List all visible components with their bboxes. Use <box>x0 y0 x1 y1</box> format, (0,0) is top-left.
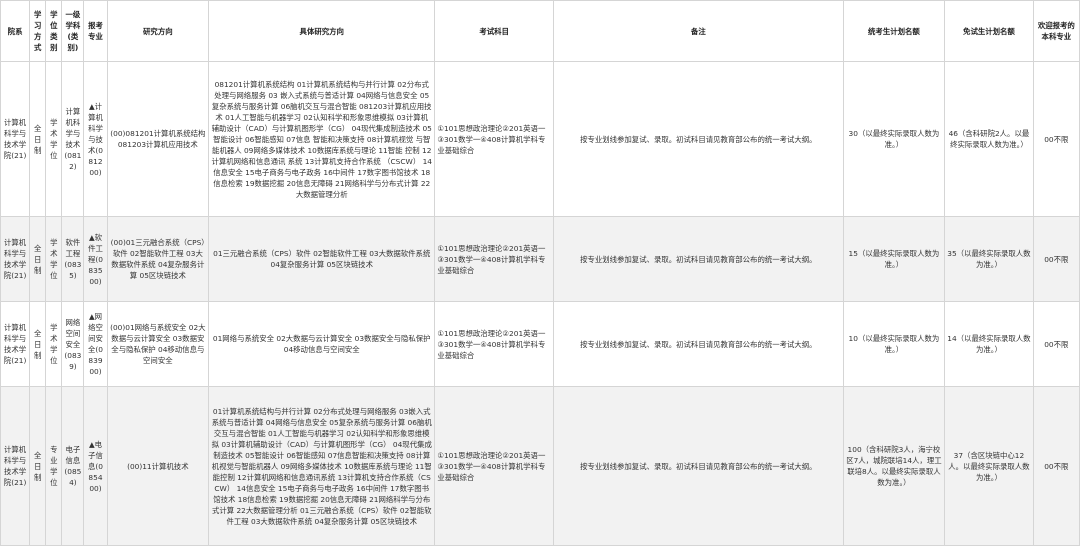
cell-exempt-plan: 46（含科研院2人。以最终实际录取人数为准。） <box>944 61 1034 217</box>
cell-degree-type: 学术学位 <box>45 301 63 387</box>
header-remarks: 备注 <box>553 0 844 62</box>
cell-dept: 计算机科学与技术学院(21) <box>0 216 31 302</box>
cell-welcome: 00不限 <box>1032 216 1080 302</box>
cell-exempt-plan: 14（以最终实际录取人数为准。） <box>944 301 1034 387</box>
cell-dept: 计算机科学与技术学院(21) <box>0 301 31 387</box>
cell-major: ▲软件工程(083500) <box>83 216 108 302</box>
cell-direction: (00)11计算机技术 <box>106 386 210 546</box>
cell-dept: 计算机科学与技术学院(21) <box>0 61 31 217</box>
header-dept: 院系 <box>0 0 31 62</box>
table-header-row: 院系 学习方式 学位类别 一级学科(类别) 报考专业 研究方向 具体研究方向 考… <box>0 0 1080 62</box>
cell-remarks: 按专业划线参加复试、录取。初试科目请见教育部公布的统一考试大纲。 <box>553 216 844 302</box>
cell-welcome: 00不限 <box>1032 301 1080 387</box>
cell-remarks: 按专业划线参加复试、录取。初试科目请见教育部公布的统一考试大纲。 <box>553 386 844 546</box>
cell-first-discipline: 网络空间安全(0839) <box>61 301 85 387</box>
cell-welcome: 00不限 <box>1032 61 1080 217</box>
table-row: 计算机科学与技术学院(21) 全日制 学术学位 计算机科学与技术(0812) ▲… <box>0 61 1080 217</box>
cell-direction: (00)081201计算机系统结构 081203计算机应用技术 <box>106 61 210 217</box>
header-direction: 研究方向 <box>106 0 210 62</box>
cell-degree-type: 学术学位 <box>45 216 63 302</box>
cell-degree-type: 专业学位 <box>45 386 63 546</box>
cell-specific-direction: 01三元融合系统（CPS）软件 02智能软件工程 03大数据软件系统 04复杂服… <box>208 216 436 302</box>
table-row: 计算机科学与技术学院(21) 全日制 学术学位 软件工程(0835) ▲软件工程… <box>0 216 1080 302</box>
cell-specific-direction: 01计算机系统结构与并行计算 02分布式处理与网络服务 03嵌入式系统与普适计算… <box>208 386 436 546</box>
cell-exempt-plan: 35（以最终实际录取人数为准。） <box>944 216 1034 302</box>
cell-direction: (00)01网络与系统安全 02大数据与云计算安全 03数据安全与隐私保护 04… <box>106 301 210 387</box>
cell-first-discipline: 电子信息(0854) <box>61 386 85 546</box>
cell-unified-plan: 30（以最终实际录取人数为准。） <box>842 61 946 217</box>
cell-unified-plan: 10（以最终实际录取人数为准。） <box>842 301 946 387</box>
header-major: 报考专业 <box>83 0 108 62</box>
header-exempt-plan: 免试生计划名额 <box>944 0 1034 62</box>
header-study-mode: 学习方式 <box>29 0 47 62</box>
cell-welcome: 00不限 <box>1032 386 1080 546</box>
cell-first-discipline: 计算机科学与技术(0812) <box>61 61 85 217</box>
cell-major: ▲电子信息(085400) <box>83 386 108 546</box>
header-welcome: 欢迎报考的本科专业 <box>1032 0 1080 62</box>
cell-major: ▲计算机科学与技术(081200) <box>83 61 108 217</box>
cell-exam-subjects: ①101思想政治理论②201英语一③301数学一④408计算机学科专业基础综合 <box>434 216 555 302</box>
cell-dept: 计算机科学与技术学院(21) <box>0 386 31 546</box>
cell-major: ▲网络空间安全(083900) <box>83 301 108 387</box>
cell-first-discipline: 软件工程(0835) <box>61 216 85 302</box>
cell-remarks: 按专业划线参加复试、录取。初试科目请见教育部公布的统一考试大纲。 <box>553 301 844 387</box>
cell-study-mode: 全日制 <box>29 301 47 387</box>
cell-exam-subjects: ①101思想政治理论②201英语一③301数学一④408计算机学科专业基础综合 <box>434 61 555 217</box>
cell-specific-direction: 081201计算机系统结构 01计算机系统结构与并行计算 02分布式处理与网络服… <box>208 61 436 217</box>
cell-specific-direction: 01网络与系统安全 02大数据与云计算安全 03数据安全与隐私保护 04移动信息… <box>208 301 436 387</box>
cell-degree-type: 学术学位 <box>45 61 63 217</box>
cell-study-mode: 全日制 <box>29 216 47 302</box>
cell-exam-subjects: ①101思想政治理论②201英语一③301数学一④408计算机学科专业基础综合 <box>434 301 555 387</box>
cell-unified-plan: 15（以最终实际录取人数为准。） <box>842 216 946 302</box>
cell-study-mode: 全日制 <box>29 386 47 546</box>
cell-unified-plan: 100（含科研院3人，海宁校区7人，城院联培14人，理工联培8人。以最终实际录取… <box>842 386 946 546</box>
cell-exam-subjects: ①101思想政治理论②201英语一③301数学一④408计算机学科专业基础综合 <box>434 386 555 546</box>
table-row: 计算机科学与技术学院(21) 全日制 专业学位 电子信息(0854) ▲电子信息… <box>0 386 1080 546</box>
cell-remarks: 按专业划线参加复试、录取。初试科目请见教育部公布的统一考试大纲。 <box>553 61 844 217</box>
admissions-table: 院系 学习方式 学位类别 一级学科(类别) 报考专业 研究方向 具体研究方向 考… <box>0 0 1080 546</box>
header-specific-direction: 具体研究方向 <box>208 0 436 62</box>
header-exam-subjects: 考试科目 <box>434 0 555 62</box>
cell-direction: (00)01三元融合系统（CPS）软件 02智能软件工程 03大数据软件系统 0… <box>106 216 210 302</box>
header-first-discipline: 一级学科(类别) <box>61 0 85 62</box>
cell-exempt-plan: 37（含区块链中心12人。以最终实际录取人数为准。） <box>944 386 1034 546</box>
header-degree-type: 学位类别 <box>45 0 63 62</box>
header-unified-plan: 统考生计划名额 <box>842 0 946 62</box>
cell-study-mode: 全日制 <box>29 61 47 217</box>
table-row: 计算机科学与技术学院(21) 全日制 学术学位 网络空间安全(0839) ▲网络… <box>0 301 1080 387</box>
